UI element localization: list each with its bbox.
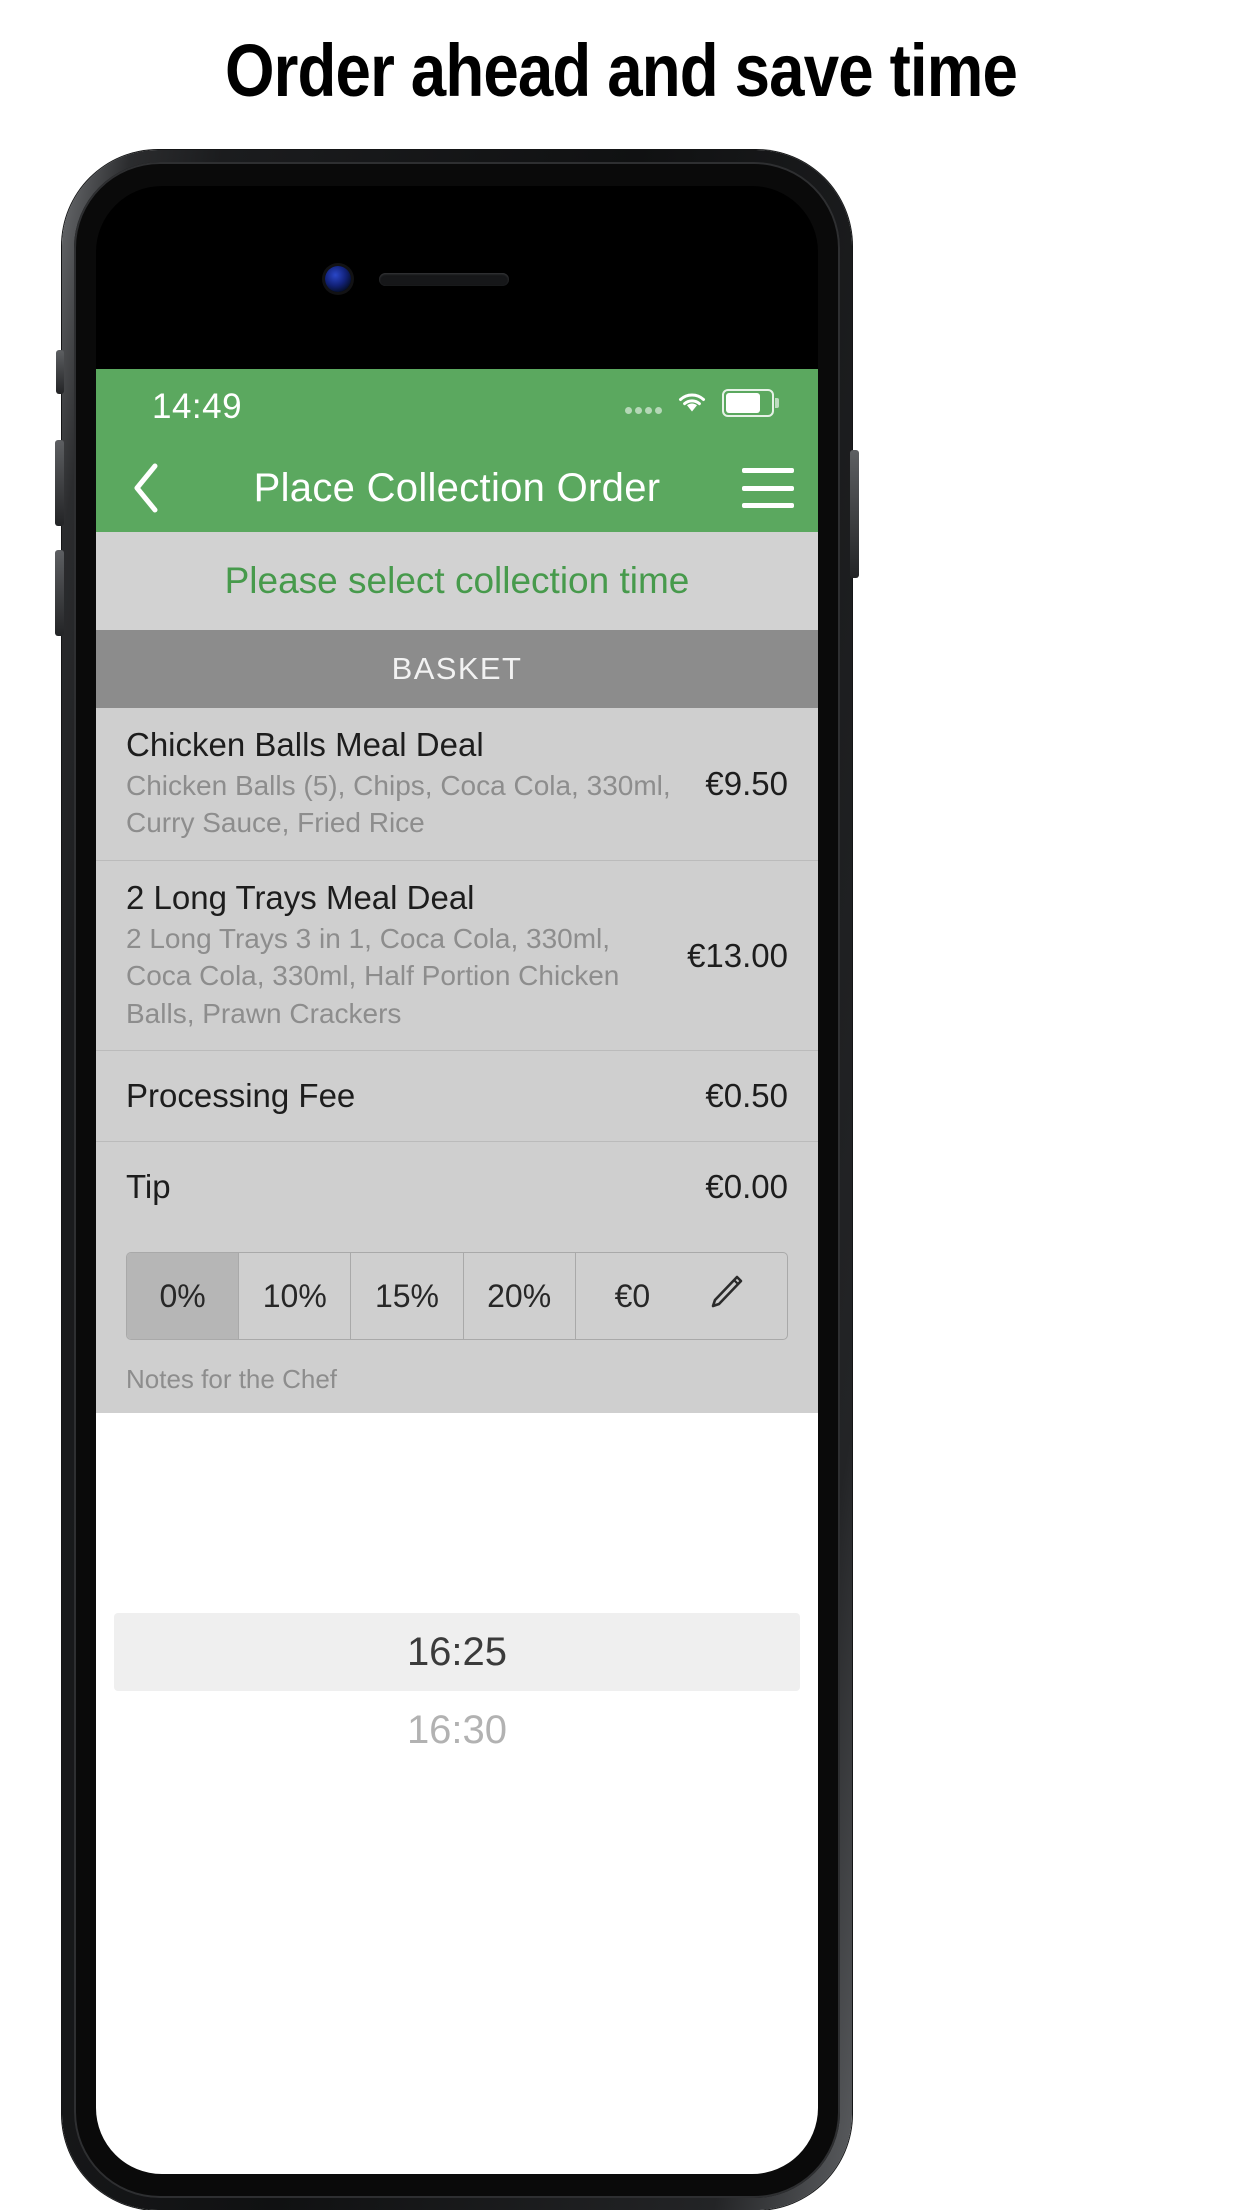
basket-item-details: 2 Long Trays Meal Deal 2 Long Trays 3 in…: [126, 879, 687, 1032]
basket-item-description: 2 Long Trays 3 in 1, Coca Cola, 330ml, C…: [126, 922, 620, 1029]
signal-dots-icon: [625, 392, 662, 414]
basket-header-label: BASKET: [391, 651, 523, 686]
tip-option-10[interactable]: 10%: [239, 1253, 352, 1340]
basket-item-details: Chicken Balls Meal Deal Chicken Balls (5…: [126, 726, 705, 842]
basket-item-description: Chicken Balls (5), Chips, Coca Cola, 330…: [126, 769, 671, 839]
phone-mockup: 14:49 Place Collection Order Please sele…: [55, 150, 859, 2210]
basket-header: BASKET: [96, 630, 818, 708]
tip-option-20[interactable]: 20%: [464, 1253, 576, 1340]
back-button[interactable]: [118, 460, 174, 516]
page-title: Order ahead and save time: [224, 29, 1018, 112]
pencil-icon[interactable]: [704, 1270, 748, 1322]
hamburger-menu-icon[interactable]: [742, 468, 794, 508]
tip-option-0[interactable]: 0%: [127, 1253, 240, 1340]
notes-for-chef-label: Notes for the Chef: [96, 1340, 818, 1414]
table-row[interactable]: Chicken Balls Meal Deal Chicken Balls (5…: [96, 708, 818, 861]
time-option-next[interactable]: 16:30: [96, 1691, 818, 1769]
front-camera-icon: [325, 266, 351, 292]
basket-item-title: Chicken Balls Meal Deal: [126, 726, 484, 763]
status-bar-time: 14:49: [152, 387, 243, 426]
earpiece-speaker-icon: [379, 273, 509, 286]
nav-bar: Place Collection Order: [96, 444, 818, 532]
battery-icon: [722, 389, 779, 417]
tip-value: €0.00: [705, 1168, 788, 1206]
tip-custom-amount[interactable]: €0: [576, 1253, 787, 1339]
time-picker[interactable]: 16:25 16:30: [96, 1603, 818, 1770]
status-bar-indicators: [625, 389, 779, 417]
collection-time-banner-text: Please select collection time: [224, 560, 690, 601]
time-option-selected[interactable]: 16:25: [114, 1613, 800, 1692]
volume-up-button[interactable]: [55, 440, 64, 526]
notes-input[interactable]: [96, 1413, 818, 1604]
tip-label: Tip: [126, 1168, 171, 1206]
processing-fee-label: Processing Fee: [126, 1077, 356, 1115]
wifi-icon: [676, 391, 708, 415]
collection-time-banner[interactable]: Please select collection time: [96, 532, 818, 630]
tip-option-15[interactable]: 15%: [351, 1253, 464, 1340]
app-viewport: 14:49 Place Collection Order Please sele…: [96, 369, 818, 2174]
processing-fee-value: €0.50: [705, 1077, 788, 1115]
status-bar: 14:49: [96, 369, 818, 444]
tip-selector[interactable]: 0% 10% 15% 20% €0: [126, 1252, 788, 1341]
power-button[interactable]: [850, 450, 859, 578]
phone-screen: 14:49 Place Collection Order Please sele…: [96, 186, 818, 2174]
basket-item-price: €9.50: [705, 764, 788, 802]
basket-item-price: €13.00: [687, 936, 788, 974]
mute-switch[interactable]: [56, 350, 64, 394]
processing-fee-row: Processing Fee €0.50: [96, 1051, 818, 1143]
tip-custom-value: €0: [614, 1277, 651, 1314]
table-row[interactable]: 2 Long Trays Meal Deal 2 Long Trays 3 in…: [96, 861, 818, 1052]
nav-title: Place Collection Order: [253, 465, 661, 510]
basket-list: Chicken Balls Meal Deal Chicken Balls (5…: [96, 708, 818, 1414]
phone-bezel: 14:49 Place Collection Order Please sele…: [74, 162, 840, 2198]
basket-item-title: 2 Long Trays Meal Deal: [126, 878, 475, 916]
volume-down-button[interactable]: [55, 550, 64, 636]
tip-row: Tip €0.00: [96, 1142, 818, 1232]
